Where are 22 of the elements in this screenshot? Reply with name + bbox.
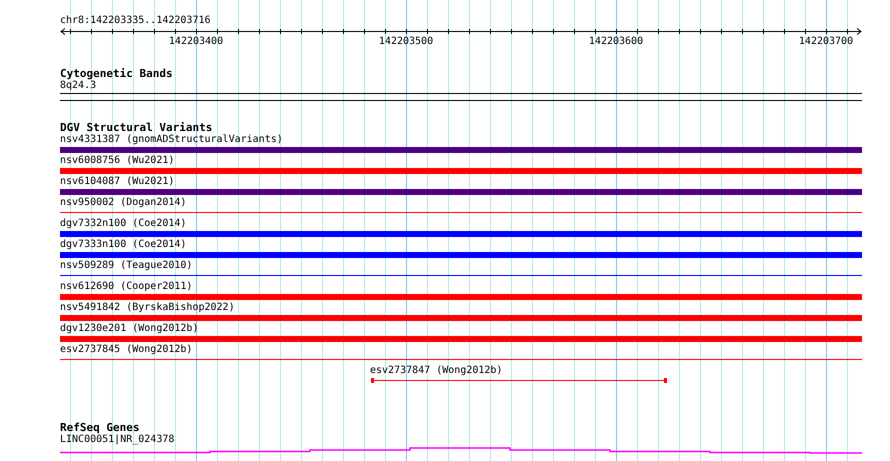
variant-label: nsv5491842 (ByrskaBishop2022) bbox=[60, 302, 236, 313]
variant-label: nsv612690 (Cooper2011) bbox=[60, 281, 194, 292]
variant-label: esv2737845 (Wong2012b) bbox=[60, 344, 194, 355]
track-title: Cytogenetic Bands bbox=[60, 68, 174, 80]
scale-label: 142203700 bbox=[798, 36, 854, 47]
band-label: 8q24.3 bbox=[60, 80, 98, 91]
track-title: DGV Structural Variants bbox=[60, 122, 214, 134]
variant-label: nsv6104087 (Wu2021) bbox=[60, 176, 176, 187]
scale-label: 142203500 bbox=[378, 36, 434, 47]
variant-label: dgv7332n100 (Coe2014) bbox=[60, 218, 188, 229]
region-coordinates: chr8:142203335..142203716 bbox=[60, 15, 212, 26]
scale-label: 142203600 bbox=[588, 36, 644, 47]
variant-label: nsv509289 (Teague2010) bbox=[60, 260, 194, 271]
scale-label: 142203400 bbox=[168, 36, 224, 47]
variant-label: nsv950002 (Dogan2014) bbox=[60, 197, 188, 208]
gene-label: LINC00051|NR_024378 bbox=[60, 434, 176, 445]
variant-label: dgv1230e201 (Wong2012b) bbox=[60, 323, 200, 334]
track-title: RefSeq Genes bbox=[60, 422, 140, 434]
variant-label: nsv4331387 (gnomADStructuralVariants) bbox=[60, 134, 284, 145]
variant-label: esv2737847 (Wong2012b) bbox=[370, 365, 504, 376]
variant-label: dgv7333n100 (Coe2014) bbox=[60, 239, 188, 250]
variant-label: nsv6008756 (Wu2021) bbox=[60, 155, 176, 166]
